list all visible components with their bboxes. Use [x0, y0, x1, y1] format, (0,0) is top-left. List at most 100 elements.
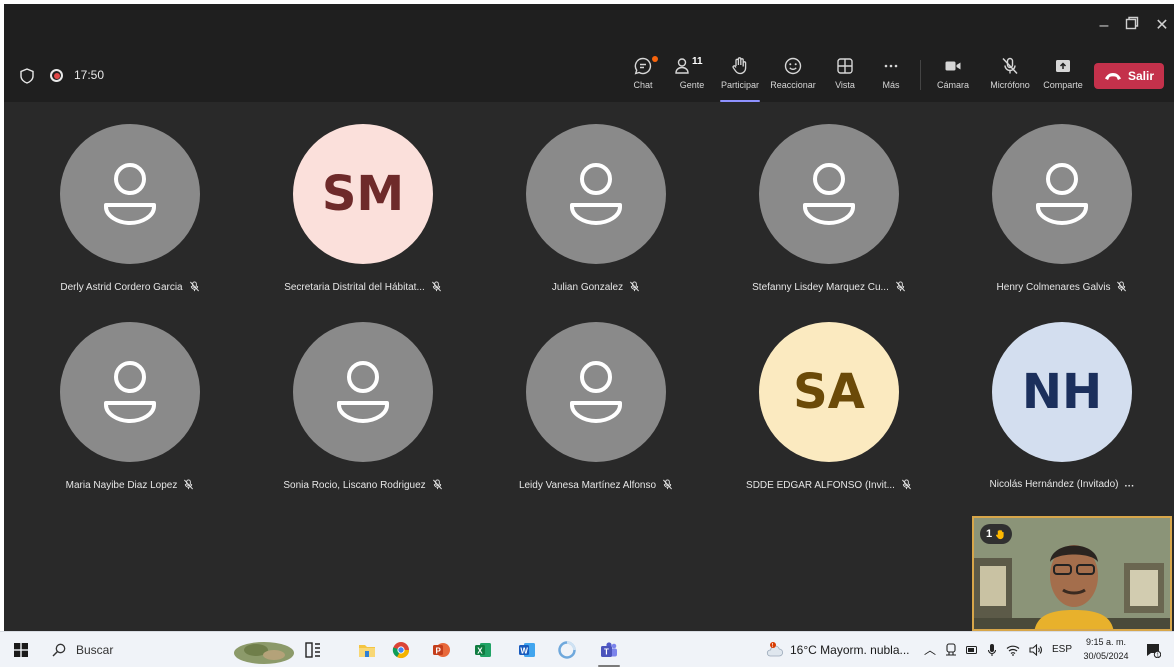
volume-icon[interactable]	[1029, 643, 1043, 656]
raise-hand-button[interactable]: Participar	[716, 56, 764, 102]
participant-name: Julian Gonzalez	[486, 281, 706, 293]
share-button[interactable]: Comparte	[1040, 56, 1086, 96]
chevron-up-icon[interactable]: ︿	[924, 641, 936, 658]
file-explorer-icon[interactable]	[358, 641, 376, 659]
avatar	[293, 322, 433, 462]
people-button[interactable]: 11 Gente	[672, 56, 712, 96]
clock-date: 30/05/2024	[1083, 651, 1129, 661]
participant-name: SDDE EDGAR ALFONSO (Invit...	[719, 479, 939, 491]
avatar-initials: NH	[1021, 364, 1103, 420]
toolbar-divider	[920, 60, 921, 90]
grid-view-icon	[837, 58, 853, 74]
search-highlight-image	[234, 642, 294, 664]
people-count: 11	[692, 56, 703, 67]
view-button[interactable]: Vista	[830, 56, 860, 96]
mic-muted-icon	[431, 281, 441, 292]
taskbar-search[interactable]: Buscar	[44, 636, 224, 664]
camera-button[interactable]: Cámara	[934, 56, 972, 96]
mic-muted-icon	[432, 479, 442, 490]
raise-hand-icon	[732, 57, 747, 75]
participant-name: Derly Astrid Cordero Garcia	[20, 281, 240, 293]
notification-center-icon[interactable]: 1	[1145, 642, 1161, 658]
participant-tile[interactable]: Derly Astrid Cordero Garcia	[20, 124, 240, 304]
participant-name: Stefanny Lisdey Marquez Cu...	[719, 281, 939, 293]
svg-text:T: T	[604, 648, 609, 657]
excel-icon[interactable]: X	[474, 641, 492, 659]
avatar	[992, 124, 1132, 264]
weather-text: 16°C Mayorm. nubla...	[790, 643, 910, 657]
weather-widget[interactable]: ! 16°C Mayorm. nubla...	[766, 641, 910, 659]
microphone-tray-icon[interactable]	[987, 643, 997, 657]
mic-muted-icon	[1117, 281, 1127, 292]
participant-tile[interactable]: Julian Gonzalez	[486, 124, 706, 304]
word-icon[interactable]: W	[518, 641, 536, 659]
avatar	[60, 322, 200, 462]
person-placeholder-icon	[337, 361, 389, 423]
microphone-button[interactable]: Micrófono	[982, 56, 1038, 96]
raised-hand-icon	[996, 529, 1004, 539]
raise-hand-label: Participar	[720, 80, 759, 90]
people-label: Gente	[679, 80, 705, 90]
mic-muted-icon	[189, 281, 199, 292]
participant-tile[interactable]: Henry Colmenares Galvis	[952, 124, 1172, 304]
raised-hand-count: 1	[986, 528, 993, 540]
search-icon	[52, 643, 66, 657]
leave-meeting-button[interactable]: Salir	[1094, 63, 1164, 89]
powerpoint-icon[interactable]: P	[432, 641, 450, 659]
avatar	[526, 322, 666, 462]
person-placeholder-icon	[104, 163, 156, 225]
close-window-button[interactable]: ✕	[1152, 16, 1172, 36]
participant-tile[interactable]: Maria Nayibe Diaz Lopez	[20, 322, 240, 502]
participant-tile[interactable]: SM Secretaria Distrital del Hábitat...	[253, 124, 473, 304]
participant-tile[interactable]: Stefanny Lisdey Marquez Cu...	[719, 124, 939, 304]
svg-text:P: P	[436, 647, 442, 656]
maximize-button[interactable]	[1122, 16, 1142, 36]
weather-cloud-icon: !	[766, 642, 784, 657]
task-view-icon[interactable]	[304, 641, 322, 659]
camera-label: Cámara	[936, 80, 969, 90]
participant-tile[interactable]: Leidy Vanesa Martínez Alfonso	[486, 322, 706, 502]
windows-start-icon[interactable]	[14, 643, 28, 657]
avatar: SM	[293, 124, 433, 264]
chat-notification-dot	[652, 56, 658, 62]
mic-muted-icon	[630, 281, 640, 292]
person-placeholder-icon	[570, 163, 622, 225]
wifi-icon[interactable]	[1006, 644, 1020, 656]
minimize-button[interactable]: –	[1094, 16, 1114, 36]
svg-text:X: X	[477, 647, 483, 656]
share-label: Comparte	[1043, 80, 1083, 90]
person-placeholder-icon	[1036, 163, 1088, 225]
mic-muted-icon	[901, 479, 911, 490]
more-button[interactable]: Más	[878, 56, 904, 96]
recording-indicator	[50, 69, 63, 82]
taskbar-clock[interactable]: 9:15 a. m. 30/05/2024	[1080, 635, 1132, 663]
participant-tile[interactable]: NH Nicolás Hernández (Invitado) ···	[952, 322, 1172, 502]
battery-icon[interactable]	[966, 645, 978, 655]
participant-tile[interactable]: SA SDDE EDGAR ALFONSO (Invit...	[719, 322, 939, 502]
avatar-initials: SA	[793, 364, 865, 420]
microphone-off-icon	[1002, 57, 1018, 75]
avatar	[759, 124, 899, 264]
avatar: SA	[759, 322, 899, 462]
participant-name: Sonia Rocio, Liscano Rodriguez	[253, 479, 473, 491]
leave-label: Salir	[1127, 69, 1154, 83]
chat-button[interactable]: Chat	[626, 56, 660, 96]
system-tray: ︿ ESP	[924, 641, 1072, 658]
camera-icon	[945, 61, 961, 71]
avatar	[60, 124, 200, 264]
tray-device-icon[interactable]	[945, 642, 957, 657]
windows-taskbar: Buscar P X W T ! 16°C Mayorm. nubla... ︿…	[0, 631, 1174, 667]
more-dots-icon	[884, 64, 898, 68]
participant-name: Secretaria Distrital del Hábitat...	[253, 281, 473, 293]
more-options-icon[interactable]: ···	[1124, 481, 1134, 492]
input-language[interactable]: ESP	[1052, 644, 1072, 655]
browser-app-icon[interactable]	[558, 641, 576, 659]
chat-label: Chat	[633, 80, 653, 90]
react-button[interactable]: Reaccionar	[766, 56, 820, 96]
avatar	[526, 124, 666, 264]
person-placeholder-icon	[803, 163, 855, 225]
participant-tile[interactable]: Sonia Rocio, Liscano Rodriguez	[253, 322, 473, 502]
self-video-preview[interactable]: 1	[972, 516, 1172, 631]
chrome-icon[interactable]	[392, 641, 410, 659]
teams-icon[interactable]: T	[600, 641, 618, 659]
